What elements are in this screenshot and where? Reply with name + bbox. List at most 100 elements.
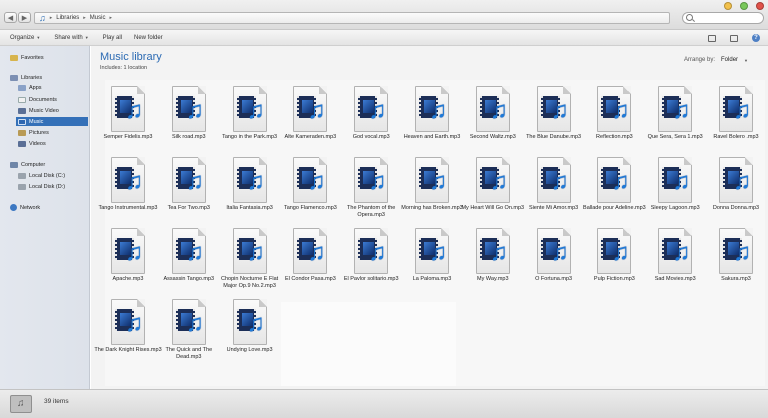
file-item[interactable]: ♫ Siente Mi Amor.mp3 (519, 157, 579, 232)
sidebar-item-label: Network (20, 204, 41, 211)
close-button[interactable] (756, 2, 764, 10)
music-icon (18, 118, 26, 125)
forward-button[interactable]: ▶ (18, 12, 31, 23)
arrange-by-label: Arrange by: (683, 57, 716, 63)
library-icon (10, 74, 18, 81)
sidebar-item-apps[interactable]: Apps (18, 83, 42, 92)
chevron-right-icon: ▸ (83, 15, 86, 21)
documents-icon (18, 96, 26, 103)
star-icon (10, 54, 18, 61)
file-item[interactable]: ♫ Ballade pour Adeline.mp3 (579, 157, 646, 232)
sidebar-item-favorites[interactable]: Favorites (10, 53, 44, 62)
file-name: Siente Mi Amor.mp3 (528, 205, 579, 211)
file-name: Reflection.mp3 (596, 134, 633, 140)
breadcrumb-libraries[interactable]: Libraries (56, 15, 79, 21)
audio-file-icon: ♫ (293, 86, 328, 132)
file-item[interactable]: ♫ Heaven and Earth.mp3 (397, 86, 460, 161)
file-name: Sleepy Lagoon.mp3 (650, 205, 700, 211)
video-icon (18, 140, 26, 147)
item-count: 39 items (44, 398, 69, 405)
file-item[interactable]: ♫ Que Sera, Sera 1.mp3 (640, 86, 703, 161)
organize-label: Organize (10, 34, 35, 41)
file-item[interactable]: ♫ Ravel Bolero .mp3 (701, 86, 761, 161)
file-item[interactable]: ♫ Silk road.mp3 (154, 86, 214, 161)
audio-file-icon: ♫ (293, 228, 328, 274)
audio-file-icon: ♫ (111, 228, 145, 274)
file-item[interactable]: ♫ Tea For Two.mp3 (154, 157, 214, 232)
chevron-down-icon: ▼ (744, 57, 748, 63)
sidebar-item-documents[interactable]: Documents (18, 95, 57, 104)
audio-file-icon: ♫ (658, 228, 693, 274)
file-item[interactable]: ♫ The Phantom of the Opera.mp3 (336, 157, 396, 232)
view-options-icon[interactable] (708, 34, 716, 42)
sidebar-item-label: Music (29, 118, 44, 125)
file-item[interactable]: ♫ Second Waltz.mp3 (458, 86, 518, 161)
sidebar-item-label: Local Disk (C:) (29, 172, 66, 179)
sidebar-item-local-disk-c[interactable]: Local Disk (C:) (18, 171, 65, 180)
file-item[interactable]: ♫ Assassin Tango.mp3 (154, 228, 214, 303)
file-item[interactable]: ♫ Tango in the Park.mp3 (215, 86, 277, 161)
search-input[interactable] (682, 12, 764, 24)
sidebar-item-computer[interactable]: Computer (10, 160, 45, 169)
file-item[interactable]: ♫ O Fortuna.mp3 (519, 228, 579, 303)
video-icon (18, 107, 26, 114)
file-item[interactable]: ♫ My Heart Will Go On.mp3 (458, 157, 524, 232)
sidebar-item-local-disk-d[interactable]: Local Disk (D:) (18, 182, 65, 191)
pictures-icon (18, 129, 26, 136)
file-item[interactable]: ♫ Pulp Fiction.mp3 (579, 228, 639, 303)
file-item[interactable]: ♫ Tango Instrumental.mp3 (93, 157, 158, 232)
file-item[interactable]: ♫ God vocal.mp3 (336, 86, 396, 161)
file-name: Tango in the Park.mp3 (222, 134, 278, 140)
sidebar-item-pictures[interactable]: Pictures (18, 128, 49, 137)
file-item[interactable]: ♫ Donna Donna.mp3 (701, 157, 761, 232)
help-icon[interactable]: ? (752, 34, 760, 42)
organize-menu[interactable]: Organize ▼ (10, 35, 40, 41)
file-item[interactable]: ♫ Apache.mp3 (93, 228, 153, 303)
file-name: Donna Donna.mp3 (712, 205, 760, 211)
preview-pane-icon[interactable] (730, 34, 738, 42)
file-item[interactable]: ♫ Sleepy Lagoon.mp3 (640, 157, 700, 232)
audio-file-icon: ♫ (232, 157, 267, 203)
file-item[interactable]: ♫ Semper Fidelis.mp3 (93, 86, 153, 161)
file-name: Tango Flamenco.mp3 (283, 205, 337, 211)
file-item[interactable]: ♫ El Condor Pasa.mp3 (275, 228, 336, 303)
file-list-pane: Music library Includes: 1 location Arran… (91, 46, 768, 389)
file-item[interactable]: ♫ El Pavlor solitario.mp3 (336, 228, 399, 303)
file-item[interactable]: ♫ The Dark Knight Rises.mp3 (93, 299, 162, 374)
file-item[interactable]: ♫ Sakura.mp3 (701, 228, 761, 303)
sidebar-item-libraries[interactable]: Libraries (10, 73, 42, 82)
file-name: Heaven and Earth.mp3 (403, 134, 461, 140)
file-item[interactable]: ♫ Undying Love.mp3 (215, 299, 275, 374)
share-with-label: Share with (54, 34, 83, 41)
file-name: Assassin Tango.mp3 (163, 276, 215, 282)
file-item[interactable]: ♫ Sad Movies.mp3 (640, 228, 700, 303)
share-with-menu[interactable]: Share with ▼ (54, 35, 88, 41)
file-item[interactable]: ♫ Chopin Nocturne E Flat Major Op.9 No.2.… (215, 228, 278, 303)
breadcrumb-music[interactable]: Music (90, 15, 106, 21)
play-all-button[interactable]: Play all (103, 35, 122, 41)
file-item[interactable]: ♫ La Paloma.mp3 (397, 228, 457, 303)
file-item[interactable]: ♫ Reflection.mp3 (579, 86, 639, 161)
new-folder-button[interactable]: New folder (134, 35, 163, 41)
file-item[interactable]: ♫ The Blue Danube.mp3 (519, 86, 581, 161)
arrange-by-control[interactable]: Arrange by: Folder ▼ (684, 57, 748, 63)
arrange-by-value: Folder (721, 57, 739, 63)
file-item[interactable]: ♫ Morning has Broken.mp3 (397, 157, 463, 232)
music-library-icon: ♫ (39, 13, 46, 23)
back-button[interactable]: ◀ (4, 12, 17, 23)
minimize-button[interactable] (724, 2, 732, 10)
file-item[interactable]: ♫ The Quick and The Dead.mp3 (154, 299, 214, 374)
sidebar-item-music-video[interactable]: Music Video (18, 106, 59, 115)
maximize-button[interactable] (740, 2, 748, 10)
sidebar-item-music[interactable]: Music (16, 117, 88, 126)
file-item[interactable]: ♫ Tango Flamenco.mp3 (275, 157, 337, 232)
title-bar: ◀ ▶ ♫ ▸ Libraries ▸ Music ▸ (0, 0, 768, 30)
new-folder-label: New folder (134, 34, 163, 41)
file-item[interactable]: ♫ Italia Fantasia.mp3 (215, 157, 275, 232)
sidebar-item-videos[interactable]: Videos (18, 139, 46, 148)
file-item[interactable]: ♫ My Way.mp3 (458, 228, 518, 303)
address-bar[interactable]: ♫ ▸ Libraries ▸ Music ▸ (34, 12, 670, 24)
library-subtitle[interactable]: Includes: 1 location (100, 65, 147, 71)
file-item[interactable]: ♫ Alte Kameraden.mp3 (275, 86, 336, 161)
sidebar-item-network[interactable]: Network (10, 203, 40, 212)
